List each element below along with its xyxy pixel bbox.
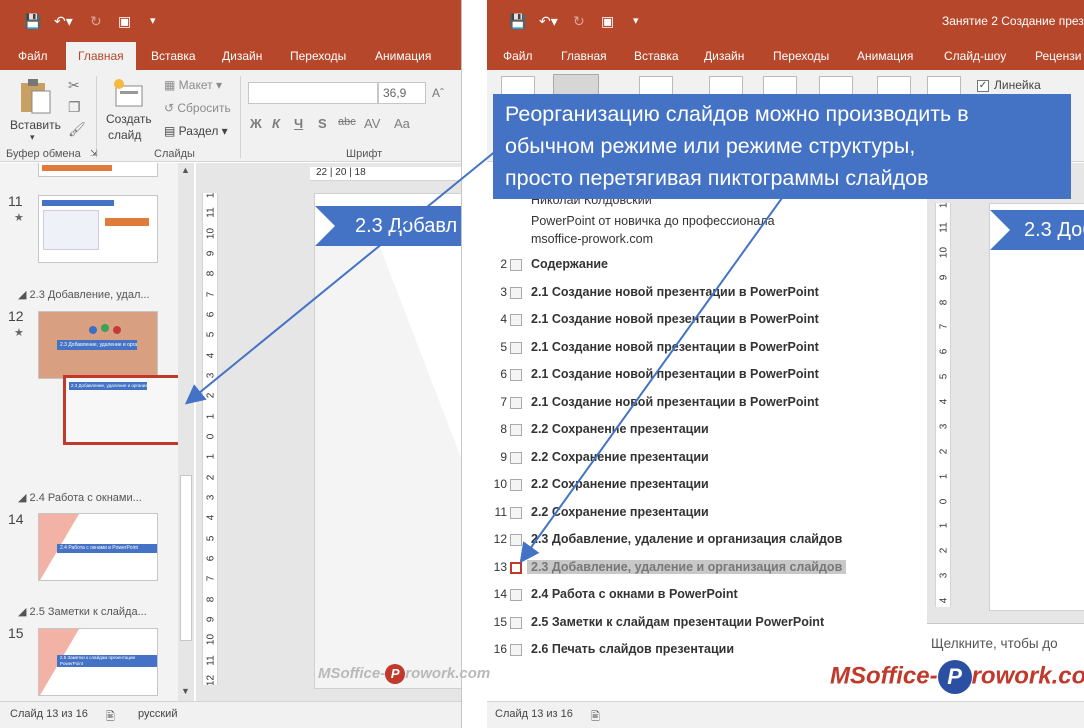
watermark-p-badge: P [385, 664, 406, 684]
arrow-to-outline [519, 197, 783, 564]
brand-suffix: rowork.com [971, 662, 1084, 690]
watermark-prefix: MSoffice- [318, 665, 386, 682]
brand-prefix: MSoffice- [830, 662, 938, 690]
watermark-logo: MSoffice- Prowork.com [318, 664, 490, 684]
watermark-suffix: rowork.com [405, 665, 491, 682]
annotation-arrows [184, 149, 783, 564]
brand-logo: MSoffice-Prowork.com [830, 660, 1084, 694]
arrow-to-thumbnail [184, 149, 498, 405]
brand-p-badge: P [937, 660, 972, 694]
